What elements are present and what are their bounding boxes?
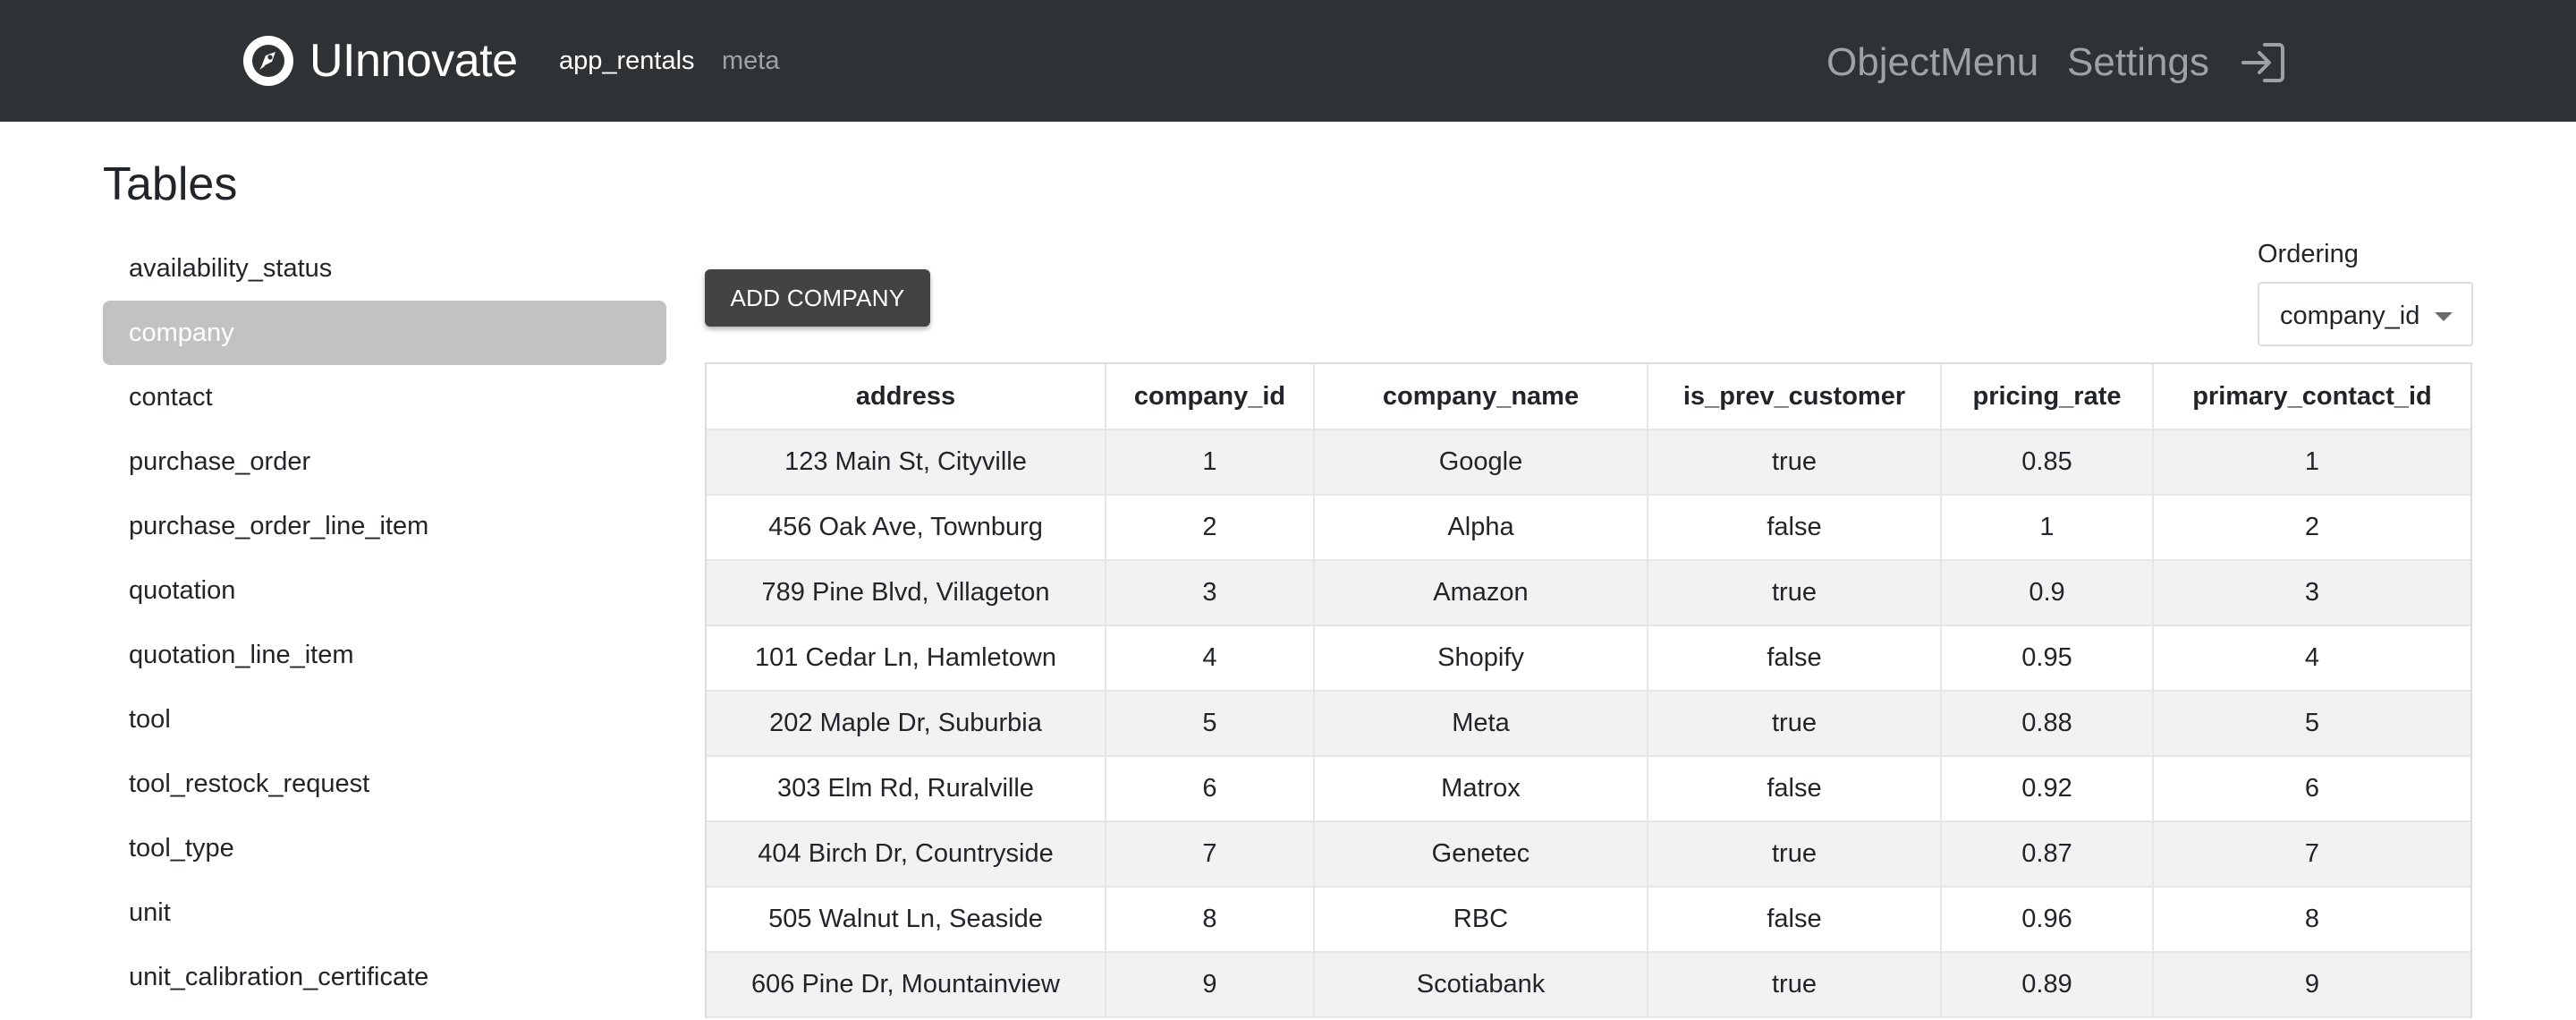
sidebar-table-list: availability_status company contact purc… — [103, 236, 666, 1009]
sidebar-item-unit-calibration-certificate[interactable]: unit_calibration_certificate — [103, 945, 666, 1009]
cell-pricing-rate: 0.89 — [1941, 952, 2154, 1018]
cell-pricing-rate: 0.95 — [1941, 625, 2154, 692]
cell-company-name: Shopify — [1314, 625, 1648, 692]
table-row[interactable]: 303 Elm Rd, Ruralville 6 Matrox false 0.… — [707, 756, 2470, 822]
sidebar-item-company[interactable]: company — [103, 301, 666, 365]
cell-pricing-rate: 0.92 — [1941, 756, 2154, 822]
sidebar-item-tool-restock-request[interactable]: tool_restock_request — [103, 752, 666, 816]
table-row[interactable]: 505 Walnut Ln, Seaside 8 RBC false 0.96 … — [707, 887, 2470, 953]
cell-company-name: Matrox — [1314, 756, 1648, 822]
cell-pricing-rate: 0.88 — [1941, 691, 2154, 757]
cell-company-name: Alpha — [1314, 495, 1648, 561]
cell-is-prev-customer: true — [1648, 821, 1942, 888]
cell-primary-contact-id: 2 — [2153, 495, 2470, 561]
cell-pricing-rate: 1 — [1941, 495, 2154, 561]
cell-primary-contact-id: 1 — [2153, 429, 2470, 496]
cell-company-name: Meta — [1314, 691, 1648, 757]
logout-icon[interactable] — [2238, 39, 2288, 86]
cell-address: 456 Oak Ave, Townburg — [707, 495, 1106, 561]
ordering-selected-value: company_id — [2280, 302, 2420, 330]
table-row[interactable]: 606 Pine Dr, Mountainview 9 Scotiabank t… — [707, 952, 2470, 1018]
cell-is-prev-customer: false — [1648, 625, 1942, 692]
table-row[interactable]: 101 Cedar Ln, Hamletown 4 Shopify false … — [707, 625, 2470, 692]
table-row[interactable]: 202 Maple Dr, Suburbia 5 Meta true 0.88 … — [707, 691, 2470, 757]
nav-link-settings[interactable]: Settings — [2067, 39, 2209, 86]
cell-is-prev-customer: true — [1648, 691, 1942, 757]
cell-is-prev-customer: false — [1648, 756, 1942, 822]
add-company-button[interactable]: ADD COMPANY — [705, 269, 930, 327]
sidebar-item-availability-status[interactable]: availability_status — [103, 236, 666, 301]
cell-is-prev-customer: true — [1648, 952, 1942, 1018]
rocket-logo-icon — [243, 36, 293, 86]
cell-company-id: 6 — [1106, 756, 1315, 822]
cell-is-prev-customer: false — [1648, 887, 1942, 953]
table-row[interactable]: 404 Birch Dr, Countryside 7 Genetec true… — [707, 821, 2470, 888]
cell-pricing-rate: 0.85 — [1941, 429, 2154, 496]
cell-pricing-rate: 0.96 — [1941, 887, 2154, 953]
cell-company-id: 8 — [1106, 887, 1315, 953]
cell-company-id: 5 — [1106, 691, 1315, 757]
column-header-is-prev-customer[interactable]: is_prev_customer — [1648, 364, 1942, 430]
cell-primary-contact-id: 5 — [2153, 691, 2470, 757]
cell-address: 123 Main St, Cityville — [707, 429, 1106, 496]
page-title: Tables — [103, 158, 238, 210]
column-header-company-id[interactable]: company_id — [1106, 364, 1315, 430]
table-row[interactable]: 123 Main St, Cityville 1 Google true 0.8… — [707, 429, 2470, 496]
cell-company-id: 4 — [1106, 625, 1315, 692]
cell-address: 202 Maple Dr, Suburbia — [707, 691, 1106, 757]
cell-is-prev-customer: true — [1648, 560, 1942, 626]
cell-address: 789 Pine Blvd, Villageton — [707, 560, 1106, 626]
cell-company-id: 9 — [1106, 952, 1315, 1018]
nav-link-meta[interactable]: meta — [722, 45, 779, 77]
cell-is-prev-customer: false — [1648, 495, 1942, 561]
nav-link-app-rentals[interactable]: app_rentals — [559, 45, 695, 77]
cell-company-name: RBC — [1314, 887, 1648, 953]
ordering-label: Ordering — [2258, 240, 2359, 268]
top-navbar: UInnovate app_rentals meta ObjectMenu Se… — [0, 0, 2576, 122]
cell-company-id: 2 — [1106, 495, 1315, 561]
cell-address: 505 Walnut Ln, Seaside — [707, 887, 1106, 953]
cell-company-name: Google — [1314, 429, 1648, 496]
sidebar-item-purchase-order[interactable]: purchase_order — [103, 429, 666, 494]
cell-company-name: Genetec — [1314, 821, 1648, 888]
company-table: address company_id company_name is_prev_… — [705, 362, 2472, 1018]
column-header-company-name[interactable]: company_name — [1314, 364, 1648, 430]
sidebar-item-quotation[interactable]: quotation — [103, 558, 666, 623]
brand[interactable]: UInnovate — [243, 36, 518, 86]
caret-down-icon — [2435, 312, 2453, 321]
sidebar-item-tool-type[interactable]: tool_type — [103, 816, 666, 880]
cell-address: 404 Birch Dr, Countryside — [707, 821, 1106, 888]
cell-address: 101 Cedar Ln, Hamletown — [707, 625, 1106, 692]
cell-is-prev-customer: true — [1648, 429, 1942, 496]
sidebar-item-unit[interactable]: unit — [103, 880, 666, 945]
cell-primary-contact-id: 4 — [2153, 625, 2470, 692]
column-header-pricing-rate[interactable]: pricing_rate — [1941, 364, 2154, 430]
column-header-address[interactable]: address — [707, 364, 1106, 430]
ordering-select[interactable]: company_id — [2258, 282, 2473, 346]
table-row[interactable]: 789 Pine Blvd, Villageton 3 Amazon true … — [707, 560, 2470, 626]
table-row[interactable]: 456 Oak Ave, Townburg 2 Alpha false 1 2 — [707, 495, 2470, 561]
sidebar-item-quotation-line-item[interactable]: quotation_line_item — [103, 623, 666, 687]
cell-pricing-rate: 0.9 — [1941, 560, 2154, 626]
cell-company-name: Scotiabank — [1314, 952, 1648, 1018]
cell-address: 606 Pine Dr, Mountainview — [707, 952, 1106, 1018]
table-header-row: address company_id company_name is_prev_… — [707, 364, 2470, 430]
cell-company-id: 3 — [1106, 560, 1315, 626]
cell-company-id: 1 — [1106, 429, 1315, 496]
cell-primary-contact-id: 3 — [2153, 560, 2470, 626]
sidebar-item-purchase-order-line-item[interactable]: purchase_order_line_item — [103, 494, 666, 558]
cell-company-id: 7 — [1106, 821, 1315, 888]
cell-pricing-rate: 0.87 — [1941, 821, 2154, 888]
cell-primary-contact-id: 6 — [2153, 756, 2470, 822]
nav-link-object-menu[interactable]: ObjectMenu — [1826, 39, 2038, 86]
sidebar-item-tool[interactable]: tool — [103, 687, 666, 752]
cell-primary-contact-id: 9 — [2153, 952, 2470, 1018]
cell-address: 303 Elm Rd, Ruralville — [707, 756, 1106, 822]
cell-primary-contact-id: 8 — [2153, 887, 2470, 953]
cell-primary-contact-id: 7 — [2153, 821, 2470, 888]
column-header-primary-contact-id[interactable]: primary_contact_id — [2153, 364, 2470, 430]
cell-company-name: Amazon — [1314, 560, 1648, 626]
brand-name: UInnovate — [309, 35, 518, 87]
sidebar-item-contact[interactable]: contact — [103, 365, 666, 429]
